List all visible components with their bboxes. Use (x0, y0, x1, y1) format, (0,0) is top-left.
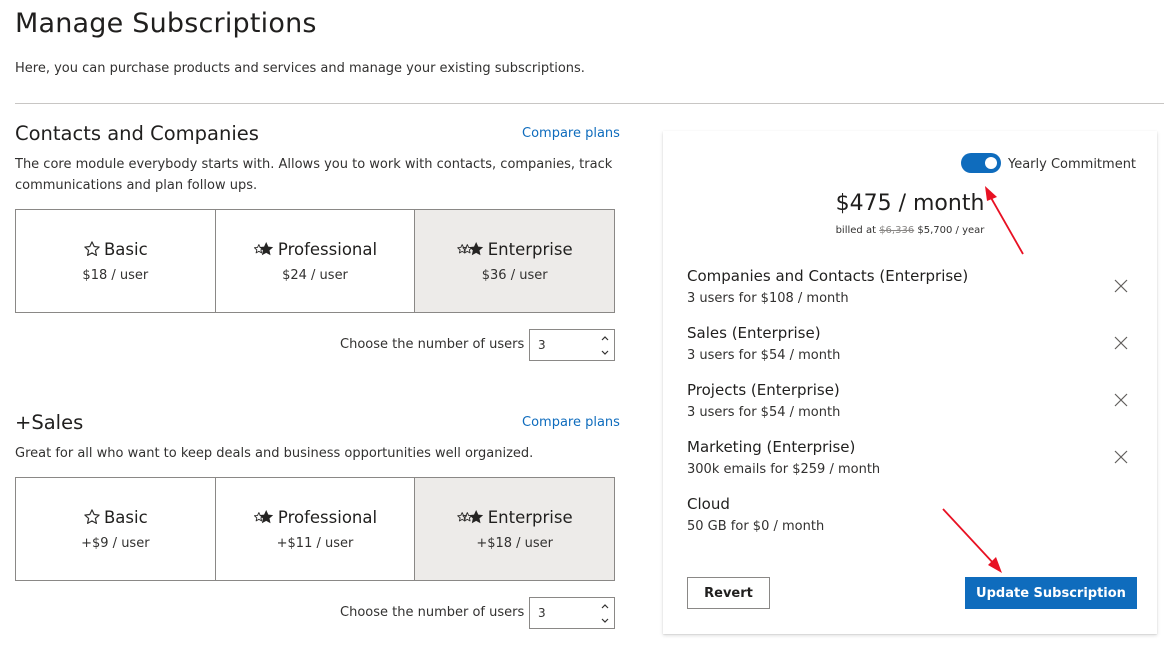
chevron-down-icon[interactable] (596, 345, 614, 360)
compare-plans-link[interactable]: Compare plans (522, 415, 620, 430)
billed-summary: billed at $6,336 $5,700 / year (663, 225, 1157, 236)
line-item-detail: 3 users for $54 / month (687, 405, 841, 420)
tier-label: Basic (103, 507, 148, 527)
line-item-detail: 300k emails for $259 / month (687, 462, 881, 477)
stars-three-icon (456, 508, 485, 526)
line-item-title: Sales (Enterprise) (687, 324, 821, 342)
close-icon[interactable] (1111, 276, 1131, 296)
close-icon[interactable] (1111, 333, 1131, 353)
tier-basic[interactable]: Basic $18 / user (16, 210, 216, 312)
tier-enterprise[interactable]: Enterprise $36 / user (415, 210, 615, 312)
yearly-commitment-toggle[interactable] (961, 153, 1001, 173)
star-outline-icon (83, 240, 101, 258)
header-divider (15, 103, 1164, 104)
stepper-value[interactable]: 3 (538, 338, 546, 352)
line-item-title: Cloud (687, 495, 730, 513)
chevron-up-icon[interactable] (596, 598, 614, 613)
section-description: Great for all who want to keep deals and… (15, 446, 534, 461)
tier-price: +$9 / user (81, 535, 150, 551)
tier-price: $18 / user (82, 267, 149, 283)
tier-price: $24 / user (282, 267, 348, 283)
billed-new-price: $5,700 / year (917, 225, 985, 236)
tier-label: Enterprise (487, 507, 573, 527)
page-subtitle: Here, you can purchase products and serv… (15, 61, 585, 76)
users-stepper[interactable]: 3 (529, 597, 615, 629)
stars-two-icon (253, 240, 275, 258)
line-item-detail: 3 users for $108 / month (687, 291, 849, 306)
close-icon[interactable] (1111, 390, 1131, 410)
users-stepper[interactable]: 3 (529, 329, 615, 361)
stars-three-icon (456, 240, 485, 258)
line-item-detail: 3 users for $54 / month (687, 348, 841, 363)
tier-professional[interactable]: Professional +$11 / user (215, 478, 416, 580)
section-title-contacts: Contacts and Companies (15, 122, 259, 145)
stepper-value[interactable]: 3 (538, 606, 546, 620)
line-item-title: Projects (Enterprise) (687, 381, 840, 399)
tier-basic[interactable]: Basic +$9 / user (16, 478, 216, 580)
tier-label: Professional (277, 507, 378, 527)
line-item-title: Marketing (Enterprise) (687, 438, 856, 456)
star-outline-icon (83, 508, 101, 526)
section-title-sales: +Sales (15, 411, 84, 434)
line-item-title: Companies and Contacts (Enterprise) (687, 267, 969, 285)
tier-selector-sales: Basic +$9 / user Professional +$11 / use… (15, 477, 615, 581)
tier-enterprise[interactable]: Enterprise +$18 / user (415, 478, 615, 580)
line-item-detail: 50 GB for $0 / month (687, 519, 825, 534)
update-subscription-button[interactable]: Update Subscription (965, 577, 1137, 609)
tier-price: +$11 / user (276, 535, 354, 551)
toggle-label: Yearly Commitment (1008, 157, 1137, 172)
billed-old-price: $6,336 (879, 225, 915, 236)
tier-label: Professional (277, 239, 378, 259)
tier-professional[interactable]: Professional $24 / user (215, 210, 416, 312)
compare-plans-link[interactable]: Compare plans (522, 126, 620, 141)
chevron-up-icon[interactable] (596, 330, 614, 345)
chevron-down-icon[interactable] (596, 613, 614, 628)
tier-price: $36 / user (481, 267, 548, 283)
tier-label: Enterprise (487, 239, 573, 259)
section-description: The core module everybody starts with. A… (15, 157, 613, 193)
stars-two-icon (253, 508, 275, 526)
users-label: Choose the number of users (340, 605, 525, 620)
toggle-knob (985, 157, 997, 169)
revert-button[interactable]: Revert (687, 577, 770, 609)
billed-prefix: billed at (835, 225, 876, 236)
tier-selector-contacts: Basic $18 / user Professional $24 / user… (15, 209, 615, 313)
users-label: Choose the number of users (340, 337, 525, 352)
tier-label: Basic (103, 239, 148, 259)
tier-price: +$18 / user (476, 535, 554, 551)
subscription-summary-panel: Yearly Commitment $475 / month billed at… (663, 131, 1157, 634)
page-title: Manage Subscriptions (15, 8, 317, 39)
monthly-price: $475 / month (835, 191, 985, 216)
close-icon[interactable] (1111, 447, 1131, 467)
